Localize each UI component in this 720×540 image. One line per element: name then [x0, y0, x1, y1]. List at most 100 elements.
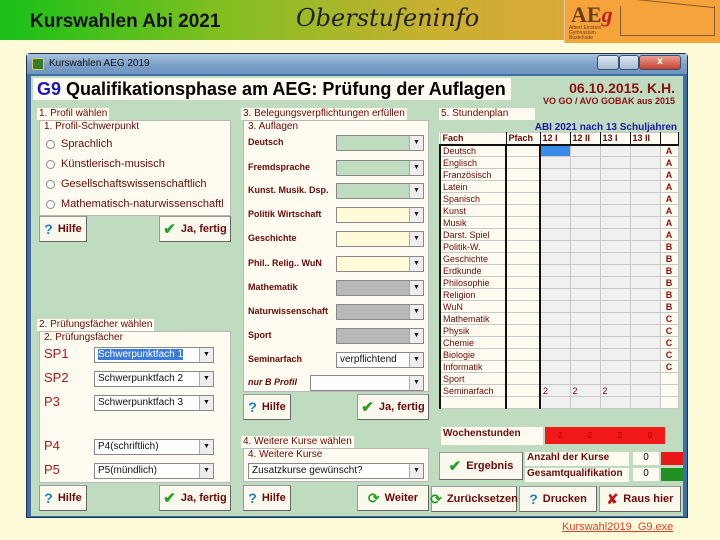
semester-cell[interactable] [569, 204, 601, 217]
req-select-phil[interactable]: ▼ [336, 256, 424, 272]
semester-cell[interactable] [599, 252, 631, 265]
semester-cell[interactable] [629, 240, 661, 253]
result-button[interactable]: ✔ Ergebnis [439, 452, 523, 480]
semester-cell[interactable] [599, 396, 631, 409]
semester-cell[interactable] [629, 264, 661, 277]
minimize-button[interactable] [597, 55, 619, 70]
semester-cell[interactable] [599, 144, 631, 157]
chevron-down-icon[interactable]: ▼ [199, 348, 213, 362]
semester-cell[interactable] [569, 288, 601, 301]
exit-button[interactable]: ✘ Raus hier [599, 486, 681, 512]
semester-cell[interactable] [629, 348, 661, 361]
semester-cell[interactable] [569, 276, 601, 289]
semester-cell[interactable] [599, 228, 631, 241]
semester-cell[interactable] [569, 144, 601, 157]
semester-cell[interactable] [569, 252, 601, 265]
semester-cell[interactable] [539, 288, 571, 301]
req-select-deutsch[interactable]: ▼ [336, 135, 424, 151]
semester-cell[interactable] [569, 336, 601, 349]
semester-cell[interactable] [599, 360, 631, 373]
chevron-down-icon[interactable]: ▼ [409, 257, 423, 271]
profile-option-sprachlich[interactable]: Sprachlich [46, 138, 112, 150]
semester-cell[interactable] [629, 252, 661, 265]
semester-cell[interactable] [569, 360, 601, 373]
semester-cell[interactable] [629, 324, 661, 337]
step2-done-button[interactable]: ✔ Ja, fertig [159, 485, 231, 511]
semester-cell[interactable]: 2 [539, 384, 571, 397]
profile-option-gesellschaft[interactable]: Gesellschaftswissenschaftlich [46, 178, 207, 190]
semester-cell[interactable] [599, 204, 631, 217]
semester-cell[interactable] [629, 192, 661, 205]
semester-cell[interactable] [539, 336, 571, 349]
step2-help-button[interactable]: ? Hilfe [39, 485, 87, 511]
chevron-down-icon[interactable]: ▼ [409, 281, 423, 295]
chevron-down-icon[interactable]: ▼ [199, 372, 213, 386]
req-select-fremdsprache[interactable]: ▼ [336, 160, 424, 176]
semester-cell[interactable] [539, 324, 571, 337]
req-select-seminarfach[interactable]: verpflichtend ▼ [336, 352, 424, 368]
reset-button[interactable]: ⟳ Zurücksetzen [430, 486, 518, 512]
semester-cell[interactable] [569, 396, 601, 409]
chevron-down-icon[interactable]: ▼ [409, 376, 423, 390]
semester-cell[interactable] [569, 264, 601, 277]
step1-help-button[interactable]: ? Hilfe [39, 216, 87, 242]
chevron-down-icon[interactable]: ▼ [199, 396, 213, 410]
semester-cell[interactable] [599, 288, 631, 301]
step1-done-button[interactable]: ✔ Ja, fertig [159, 216, 231, 242]
chevron-down-icon[interactable]: ▼ [409, 329, 423, 343]
semester-cell[interactable] [629, 288, 661, 301]
step3-help-button[interactable]: ? Hilfe [243, 394, 291, 420]
semester-cell[interactable] [569, 324, 601, 337]
semester-cell[interactable] [539, 252, 571, 265]
req-select-b-profil[interactable]: ▼ [310, 375, 424, 391]
req-select-sport[interactable]: ▼ [336, 328, 424, 344]
semester-cell[interactable]: 2 [569, 384, 601, 397]
semester-cell[interactable] [569, 168, 601, 181]
semester-cell[interactable] [629, 276, 661, 289]
semester-cell[interactable] [629, 300, 661, 313]
chevron-down-icon[interactable]: ▼ [409, 305, 423, 319]
semester-cell[interactable] [629, 180, 661, 193]
chevron-down-icon[interactable]: ▼ [409, 161, 423, 175]
semester-cell[interactable] [539, 300, 571, 313]
radio-button[interactable] [46, 179, 55, 189]
semester-cell[interactable] [539, 312, 571, 325]
semester-cell[interactable] [539, 264, 571, 277]
semester-cell[interactable] [569, 240, 601, 253]
chevron-down-icon[interactable]: ▼ [409, 208, 423, 222]
semester-cell[interactable] [599, 312, 631, 325]
profile-option-kuenstlerisch[interactable]: Künstlerisch-musisch [46, 158, 165, 170]
sp1-select[interactable]: Schwerpunktfach 1 ▼ [94, 347, 214, 363]
print-button[interactable]: ? Drucken [519, 486, 597, 512]
semester-cell[interactable] [599, 324, 631, 337]
semester-cell[interactable] [629, 216, 661, 229]
semester-cell[interactable] [539, 168, 571, 181]
semester-cell[interactable] [569, 372, 601, 385]
next-button[interactable]: ⟳ Weiter [357, 485, 429, 511]
req-select-kunst[interactable]: ▼ [336, 183, 424, 199]
additional-courses-select[interactable]: Zusatzkurse gewünscht? ▼ [248, 463, 424, 479]
semester-cell[interactable] [599, 216, 631, 229]
semester-cell[interactable] [569, 228, 601, 241]
chevron-down-icon[interactable]: ▼ [199, 464, 213, 478]
semester-cell[interactable] [629, 144, 661, 157]
semester-cell[interactable] [599, 348, 631, 361]
radio-button[interactable] [46, 159, 55, 169]
semester-cell[interactable] [629, 312, 661, 325]
p5-select[interactable]: P5(mündlich) ▼ [94, 463, 214, 479]
semester-cell[interactable] [599, 300, 631, 313]
semester-cell[interactable] [629, 168, 661, 181]
semester-cell[interactable] [539, 204, 571, 217]
semester-cell[interactable] [569, 180, 601, 193]
semester-cell[interactable] [599, 276, 631, 289]
semester-cell[interactable] [539, 240, 571, 253]
p4-select[interactable]: P4(schriftlich) ▼ [94, 439, 214, 455]
chevron-down-icon[interactable]: ▼ [409, 353, 423, 367]
semester-cell[interactable] [539, 144, 571, 157]
semester-cell[interactable] [539, 360, 571, 373]
semester-cell[interactable] [539, 276, 571, 289]
semester-cell[interactable] [539, 192, 571, 205]
semester-cell[interactable] [599, 156, 631, 169]
semester-cell[interactable] [569, 300, 601, 313]
step3-done-button[interactable]: ✔ Ja, fertig [357, 394, 429, 420]
